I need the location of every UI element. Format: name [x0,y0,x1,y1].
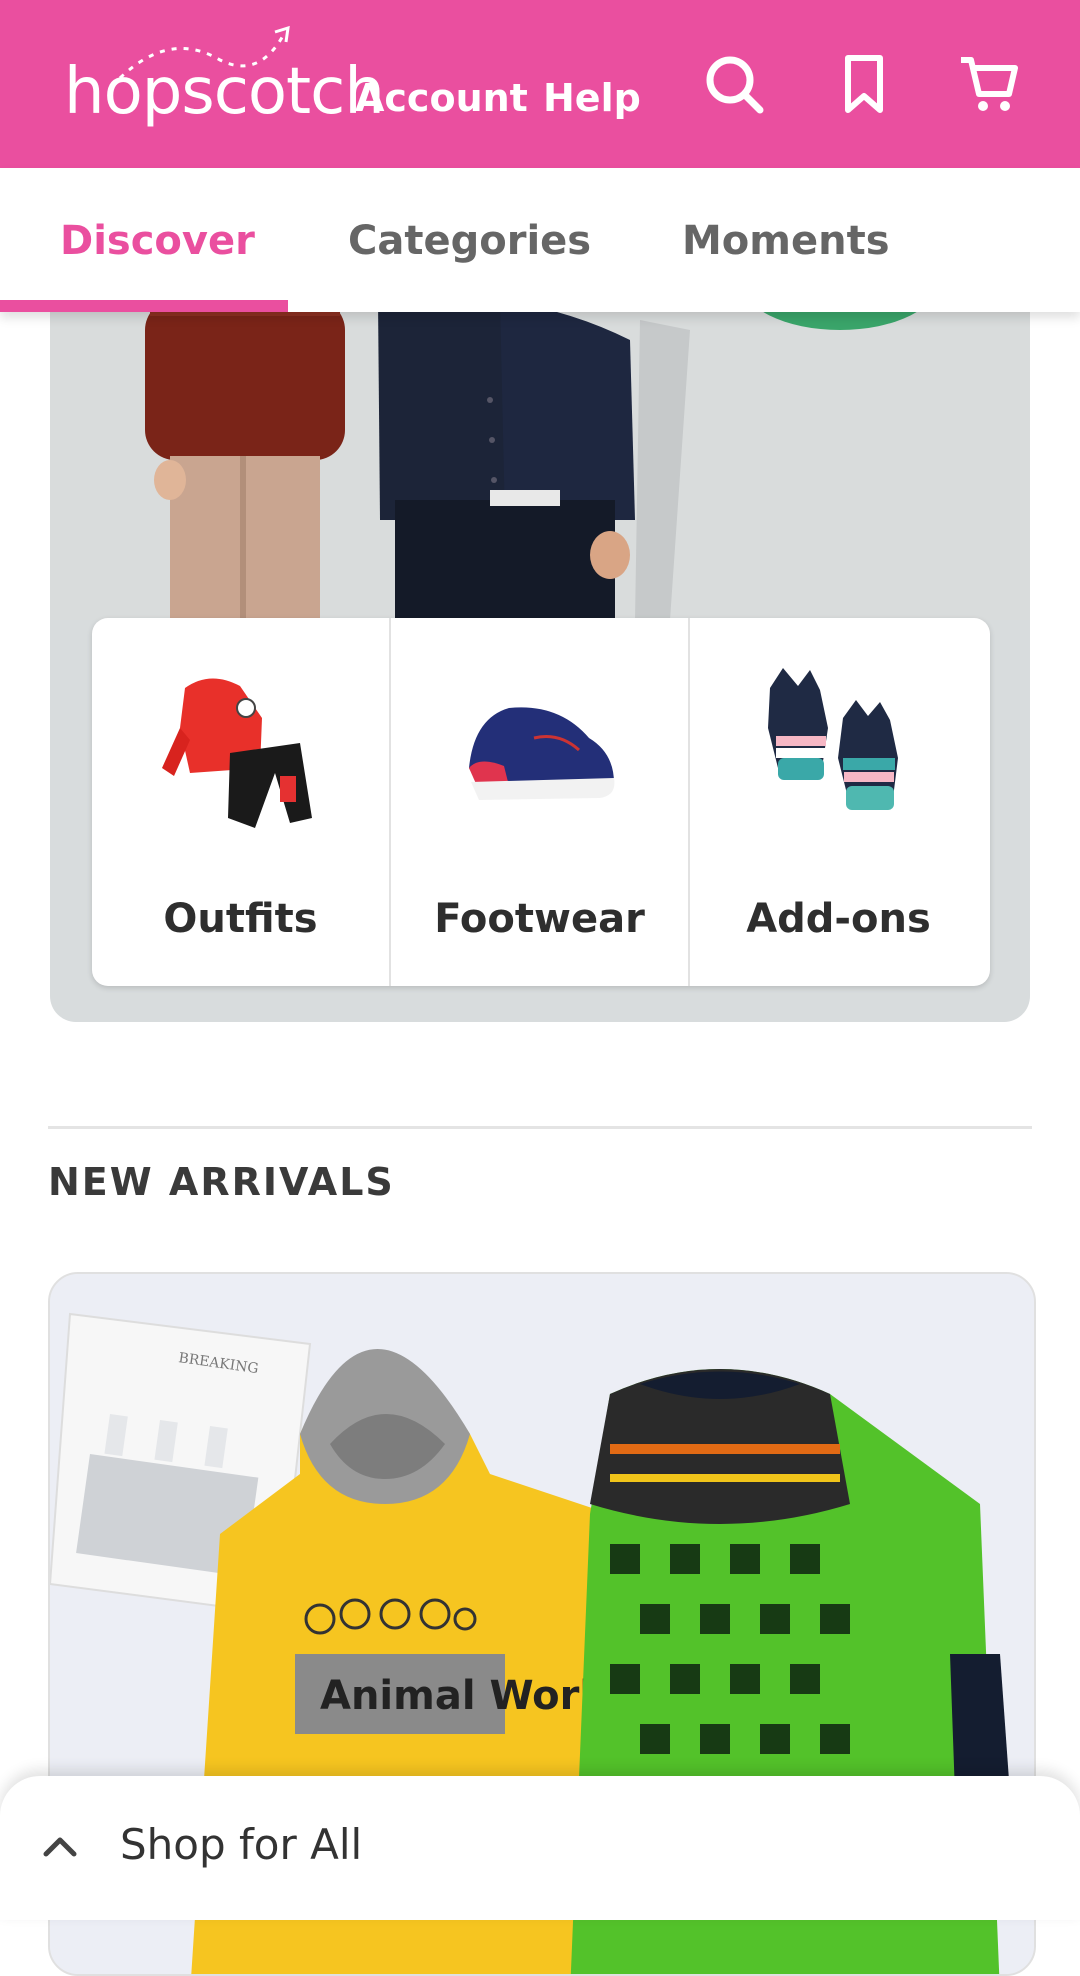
category-card: Outfits Footwear Add-ons [92,618,990,986]
section-divider [48,1126,1032,1129]
hero-banner[interactable]: Outfits Footwear Add-ons [50,200,1030,1022]
category-label: Outfits [163,896,318,942]
account-link[interactable]: Account [355,76,528,120]
top-app-bar: hopscotch Account Help [0,0,1080,168]
hopscotch-logo[interactable]: hopscotch [30,10,385,130]
cart-icon[interactable] [955,50,1023,118]
outfit-image [162,678,312,828]
shoe-image [469,707,615,800]
category-outfits[interactable]: Outfits [92,618,389,986]
logo-text: hopscotch [64,55,385,129]
tab-moments[interactable]: Moments [682,218,890,264]
search-icon[interactable] [700,50,768,118]
category-label: Add-ons [746,896,931,942]
section-title: NEW ARRIVALS [48,1160,395,1204]
chevron-up-icon[interactable] [42,1832,78,1860]
shop-for-label: Shop for All [120,1820,363,1869]
hoodie-print-text: Animal World [320,1673,622,1719]
gloves-image [768,668,898,810]
category-addons[interactable]: Add-ons [688,618,987,986]
tab-categories[interactable]: Categories [348,218,591,264]
category-footwear[interactable]: Footwear [389,618,688,986]
tab-bar: Discover Categories Moments [0,168,1080,312]
bookmark-icon[interactable] [830,50,898,118]
shop-for-bottom-sheet[interactable]: Shop for All [0,1776,1080,1920]
help-link[interactable]: Help [543,76,641,120]
category-label: Footwear [434,896,645,942]
active-tab-indicator [0,300,288,312]
tab-discover[interactable]: Discover [60,218,255,264]
